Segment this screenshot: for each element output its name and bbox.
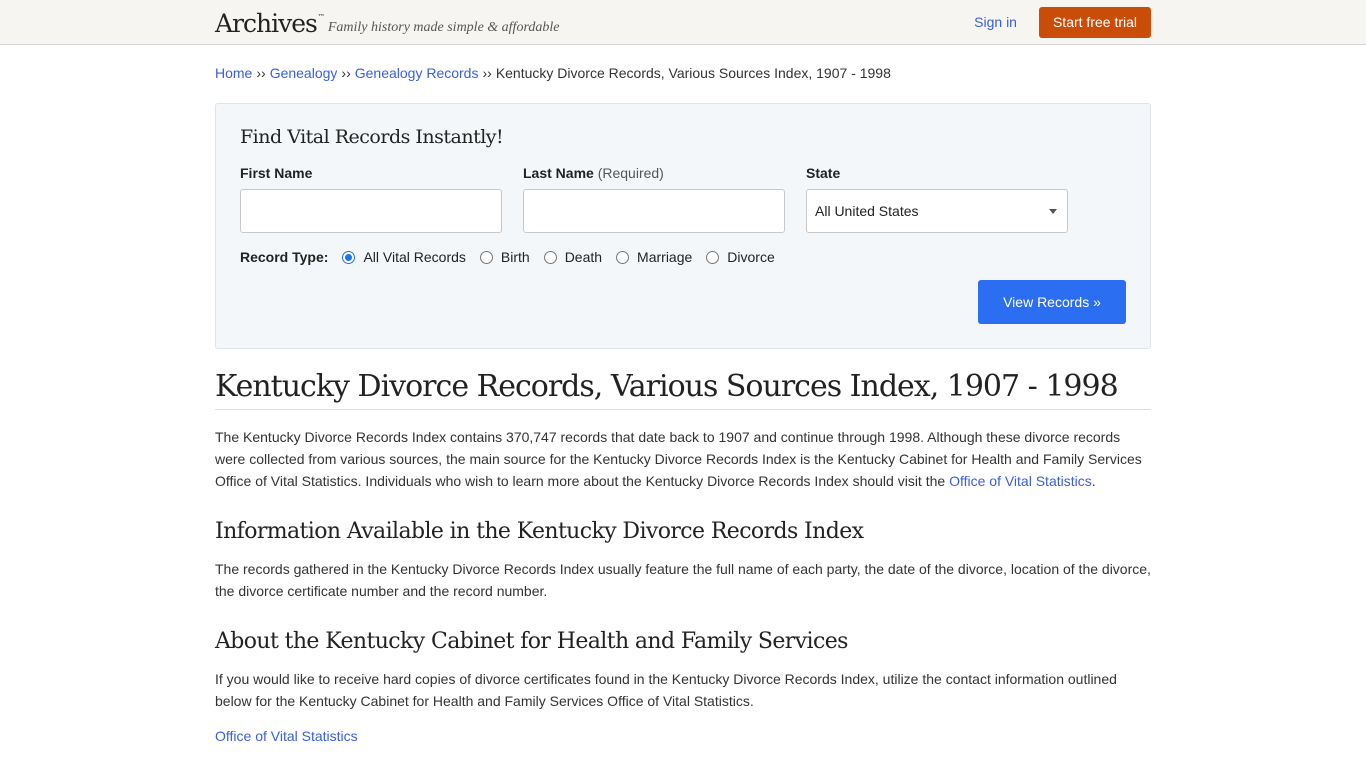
office-of-vital-statistics-link[interactable]: Office of Vital Statistics <box>949 473 1092 489</box>
radio-all-vital-records[interactable]: All Vital Records <box>342 249 466 265</box>
state-label: State <box>806 165 841 181</box>
information-paragraph: The records gathered in the Kentucky Div… <box>215 561 1151 599</box>
state-field: State All United States <box>806 165 1068 233</box>
radio-button[interactable] <box>342 250 356 264</box>
office-of-vital-statistics-heading-link[interactable]: Office of Vital Statistics <box>215 728 1151 744</box>
record-type-label: Record Type: <box>240 249 329 265</box>
last-name-label: Last Name (Required) <box>523 165 664 181</box>
radio-label: Marriage <box>637 249 693 265</box>
intro-paragraph: The Kentucky Divorce Records Index conta… <box>215 429 1142 489</box>
first-name-input[interactable] <box>240 189 502 233</box>
radio-marriage[interactable]: Marriage <box>616 249 692 265</box>
radio-divorce[interactable]: Divorce <box>706 249 775 265</box>
last-name-field: Last Name (Required) <box>523 165 785 233</box>
trademark-symbol: ™ <box>317 12 325 21</box>
search-title: Find Vital Records Instantly! <box>240 126 504 148</box>
tagline: Family history made simple & affordable <box>327 19 560 35</box>
chevron-down-icon <box>1049 208 1057 214</box>
first-name-label: First Name <box>240 165 313 181</box>
sign-in-link[interactable]: Sign in <box>974 14 1017 30</box>
breadcrumb-genealogy[interactable]: Genealogy <box>270 65 338 81</box>
start-free-trial-button[interactable]: Start free trial <box>1038 6 1151 38</box>
brand[interactable]: Archives™ Family history made simple & a… <box>215 8 560 38</box>
breadcrumb-current: Kentucky Divorce Records, Various Source… <box>495 65 891 81</box>
radio-death[interactable]: Death <box>543 249 603 265</box>
breadcrumb-separator: ›› <box>256 65 266 81</box>
radio-label: Death <box>564 249 603 265</box>
required-note: (Required) <box>597 165 664 181</box>
search-panel: Find Vital Records Instantly! First Name… <box>215 103 1151 349</box>
record-type-group: Record Type: All Vital Records Birth Dea… <box>240 249 1126 265</box>
radio-label: All Vital Records <box>363 249 466 265</box>
section-title-about: About the Kentucky Cabinet for Health an… <box>215 629 848 654</box>
first-name-field: First Name <box>240 165 502 233</box>
radio-button[interactable] <box>543 250 557 264</box>
radio-birth[interactable]: Birth <box>479 249 530 265</box>
state-select[interactable]: All United States <box>806 189 1068 233</box>
about-paragraph: If you would like to receive hard copies… <box>215 671 1117 709</box>
breadcrumb-separator: ›› <box>482 65 492 81</box>
radio-label: Birth <box>500 249 530 265</box>
radio-label: Divorce <box>727 249 775 265</box>
page-title: Kentucky Divorce Records, Various Source… <box>215 369 1151 410</box>
site-header: Archives™ Family history made simple & a… <box>0 0 1366 45</box>
view-records-button[interactable]: View Records » <box>978 280 1126 324</box>
logo[interactable]: Archives™ <box>215 9 325 38</box>
last-name-input[interactable] <box>523 189 785 233</box>
radio-button[interactable] <box>706 250 720 264</box>
section-title-information: Information Available in the Kentucky Di… <box>215 519 864 544</box>
breadcrumb-home[interactable]: Home <box>215 65 252 81</box>
state-selected-value: All United States <box>815 203 919 219</box>
breadcrumb-genealogy-records[interactable]: Genealogy Records <box>355 65 479 81</box>
breadcrumb-separator: ›› <box>341 65 351 81</box>
breadcrumb: Home ›› Genealogy ›› Genealogy Records ›› Kent… <box>215 65 1151 83</box>
radio-button[interactable] <box>616 250 630 264</box>
radio-button[interactable] <box>479 250 493 264</box>
